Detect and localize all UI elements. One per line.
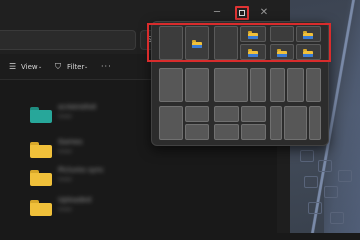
- list-item-name[interactable]: Uploaded: [58, 196, 91, 205]
- snap-zone[interactable]: [159, 68, 183, 102]
- wallpaper-key: [330, 212, 344, 224]
- folder-icon[interactable]: [30, 200, 52, 216]
- list-item-meta: folder: [58, 114, 73, 120]
- snap-zone[interactable]: [214, 68, 248, 102]
- list-item-name[interactable]: Games: [58, 138, 83, 147]
- wallpaper-key: [324, 186, 338, 198]
- snap-zone[interactable]: [241, 124, 266, 140]
- wallpaper-key: [300, 150, 314, 162]
- snap-layout-two-equal-columns[interactable]: [159, 68, 209, 102]
- maximize-icon: [239, 10, 245, 16]
- view-icon[interactable]: ☰: [9, 61, 19, 73]
- snap-zone[interactable]: [214, 124, 239, 140]
- snap-zone[interactable]: [270, 68, 285, 102]
- list-item-name[interactable]: screenshot: [58, 103, 96, 112]
- wallpaper-key: [318, 160, 332, 172]
- minimize-button[interactable]: ─: [211, 7, 223, 19]
- list-item-meta: folder: [58, 207, 73, 213]
- maximize-button[interactable]: [235, 6, 249, 20]
- address-field[interactable]: [0, 30, 136, 50]
- snap-zone[interactable]: [250, 68, 266, 102]
- wallpaper-key: [338, 170, 352, 182]
- snap-row-highlight: [147, 23, 331, 62]
- snap-layout-three-columns[interactable]: [270, 68, 321, 102]
- filter-button[interactable]: Filter: [67, 61, 84, 73]
- chevron-down-icon[interactable]: ⌄: [38, 61, 42, 73]
- snap-zone[interactable]: [185, 106, 209, 122]
- snap-layout-narrow-wide-narrow[interactable]: [270, 106, 321, 140]
- snap-zone[interactable]: [159, 106, 183, 140]
- folder-icon[interactable]: [30, 107, 52, 123]
- snap-zone[interactable]: [270, 106, 282, 140]
- wallpaper-key: [308, 202, 322, 214]
- minimize-icon: ─: [213, 7, 221, 18]
- more-options-button[interactable]: ···: [101, 61, 115, 73]
- snap-zone[interactable]: [309, 106, 321, 140]
- list-item-meta: folder: [58, 177, 73, 183]
- view-button[interactable]: View: [21, 61, 38, 73]
- snap-zone[interactable]: [185, 124, 209, 140]
- snap-zone[interactable]: [306, 68, 321, 102]
- close-icon: ✕: [259, 7, 269, 18]
- wallpaper-key: [304, 176, 318, 188]
- chevron-down-icon[interactable]: ⌄: [84, 61, 88, 73]
- folder-icon[interactable]: [30, 170, 52, 186]
- snap-layout-left-large-right-stacked[interactable]: [159, 106, 209, 140]
- close-button[interactable]: ✕: [258, 7, 270, 19]
- snap-zone[interactable]: [287, 68, 304, 102]
- folder-icon[interactable]: [30, 142, 52, 158]
- snap-layout-grid-four[interactable]: [214, 106, 266, 140]
- filter-icon[interactable]: ⛉: [55, 61, 65, 73]
- snap-zone[interactable]: [185, 68, 209, 102]
- snap-zone[interactable]: [284, 106, 307, 140]
- snap-zone[interactable]: [241, 106, 266, 122]
- snap-layout-wide-left-two-column[interactable]: [214, 68, 266, 102]
- snap-zone[interactable]: [214, 106, 239, 122]
- list-item-meta: folder: [58, 149, 73, 155]
- list-item-name[interactable]: Pictures sync: [58, 166, 104, 175]
